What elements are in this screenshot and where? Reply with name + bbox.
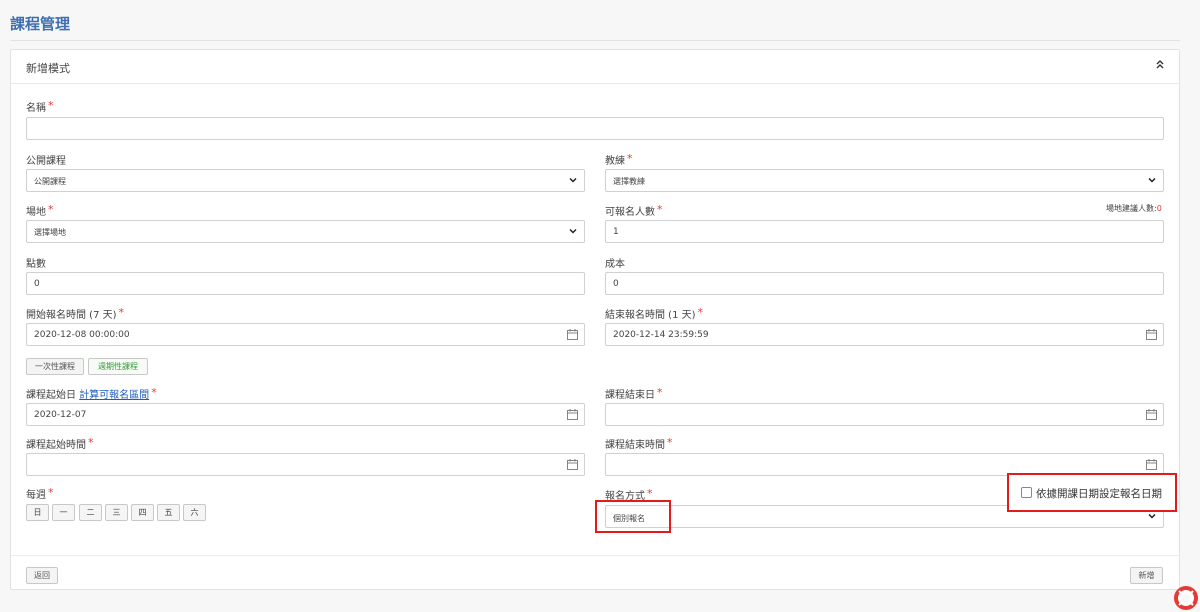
course-start-date-label: 課程起始日 計算可報名區間 * <box>26 386 157 401</box>
course-end-time-label: 課程結束時間 * <box>605 436 673 451</box>
points-input[interactable]: 0 <box>26 272 585 295</box>
weekday-sun-button[interactable]: 日 <box>26 504 49 521</box>
weekday-mon-button[interactable]: 一 <box>52 504 75 521</box>
reg-start-label: 開始報名時間 (7 天) * <box>26 306 125 321</box>
name-label: 名稱 * <box>26 99 54 114</box>
calc-registration-range-link[interactable]: 計算可報名區間 <box>79 390 149 401</box>
auto-reg-date-label[interactable]: 依據開課日期設定報名日期 <box>1036 486 1162 501</box>
course-start-time-label: 課程起始時間 * <box>26 436 94 451</box>
page-title: 課程管理 <box>10 15 71 33</box>
chevron-down-icon <box>1148 177 1156 183</box>
one-time-course-button[interactable]: 一次性課程 <box>26 358 84 375</box>
calendar-icon <box>1146 329 1157 340</box>
course-start-time-input[interactable] <box>26 453 585 476</box>
points-label: 點數 <box>26 259 46 270</box>
cost-label: 成本 <box>605 259 625 270</box>
name-input[interactable] <box>26 117 1164 140</box>
weekday-fri-button[interactable]: 五 <box>157 504 180 521</box>
calendar-icon <box>1146 459 1157 470</box>
calendar-icon <box>567 459 578 470</box>
public-course-select[interactable]: 公開課程 <box>26 169 585 192</box>
weekday-wed-button[interactable]: 三 <box>105 504 128 521</box>
course-start-date-input[interactable]: 2020-12-07 <box>26 403 585 426</box>
weekday-tue-button[interactable]: 二 <box>79 504 102 521</box>
chevron-down-icon <box>569 228 577 234</box>
cost-input[interactable]: 0 <box>605 272 1164 295</box>
capacity-label: 可報名人數 * <box>605 203 663 218</box>
calendar-icon <box>567 409 578 420</box>
calendar-icon <box>1146 409 1157 420</box>
venue-suggested-capacity: 場地建議人數:0 <box>1106 204 1162 213</box>
coach-select[interactable]: 選擇教練 <box>605 169 1164 192</box>
weekly-label: 每週 * <box>26 486 54 501</box>
course-end-date-label: 課程結束日 * <box>605 386 663 401</box>
reg-end-input[interactable]: 2020-12-14 23:59:59 <box>605 323 1164 346</box>
title-divider <box>10 40 1180 41</box>
reg-method-highlight <box>595 500 671 533</box>
lifebuoy-icon[interactable] <box>1174 586 1198 610</box>
course-end-date-input[interactable] <box>605 403 1164 426</box>
submit-button[interactable]: 新增 <box>1130 567 1163 584</box>
panel-header: 新增模式 <box>11 50 1179 84</box>
reg-end-label: 結束報名時間 (1 天) * <box>605 306 704 321</box>
auto-reg-date-checkbox[interactable] <box>1021 487 1032 498</box>
capacity-input[interactable]: 1 <box>605 220 1164 243</box>
calendar-icon <box>567 329 578 340</box>
footer-divider <box>10 555 1180 556</box>
weekday-sat-button[interactable]: 六 <box>183 504 206 521</box>
venue-select[interactable]: 選擇場地 <box>26 220 585 243</box>
public-course-label: 公開課程 <box>26 156 66 167</box>
periodic-course-button[interactable]: 週期性課程 <box>88 358 148 375</box>
weekday-thu-button[interactable]: 四 <box>131 504 154 521</box>
chevron-down-icon <box>569 177 577 183</box>
panel-title: 新增模式 <box>26 62 70 75</box>
chevron-down-icon <box>1148 513 1156 519</box>
reg-start-input[interactable]: 2020-12-08 00:00:00 <box>26 323 585 346</box>
back-button[interactable]: 返回 <box>26 567 58 584</box>
chevron-double-up-icon[interactable] <box>1155 58 1165 73</box>
coach-label: 教練 * <box>605 152 633 167</box>
venue-label: 場地 * <box>26 203 54 218</box>
